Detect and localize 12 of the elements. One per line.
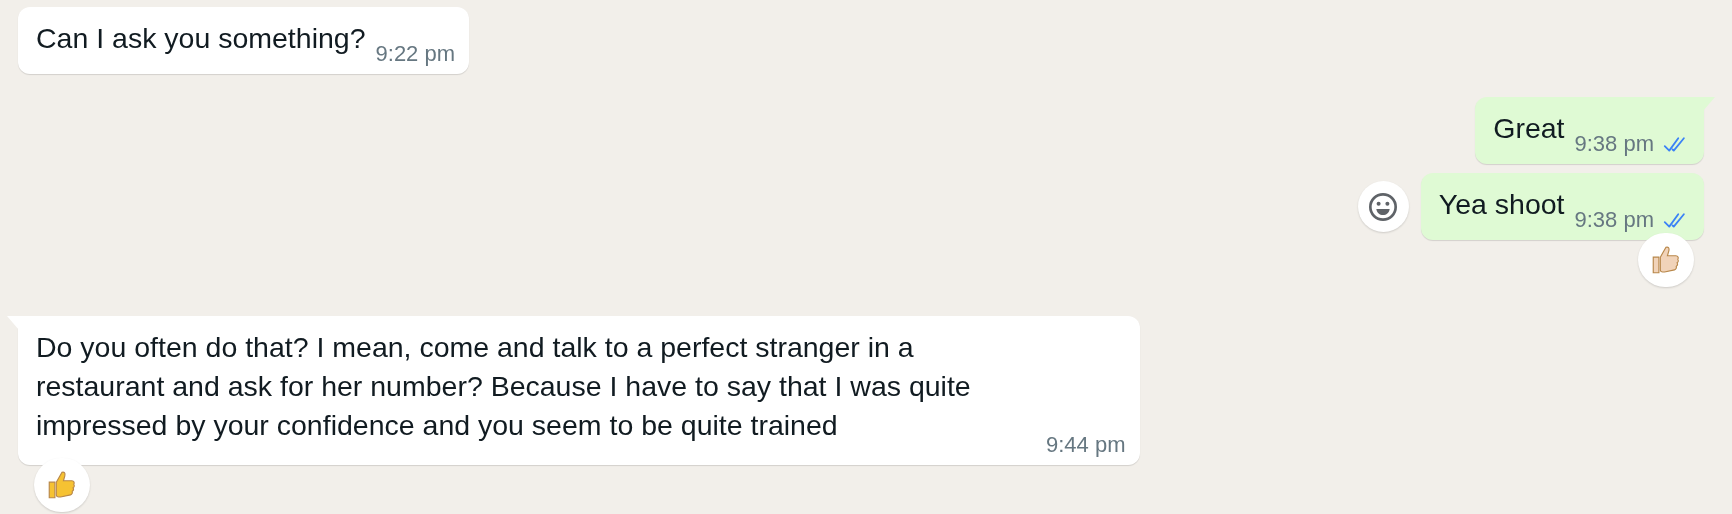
message-text: Yea shoot	[1438, 187, 1565, 222]
message-text: Great	[1493, 111, 1565, 146]
reaction-badge[interactable]	[1638, 233, 1694, 287]
message-text: Can I ask you something?	[36, 21, 366, 56]
message-time: 9:38 pm	[1574, 130, 1654, 158]
message-time: 9:38 pm	[1574, 206, 1654, 234]
message-text: Do you often do that? I mean, come and talk to a perfect stranger in a restaurant and ask for her number? Because I have to say that I was quite impressed by your confidence and you seem to be quite trained	[36, 330, 972, 443]
emoji-reaction-button[interactable]	[1357, 181, 1409, 232]
message-time: 9:44 pm	[1046, 431, 1126, 459]
reaction-badge[interactable]	[34, 458, 90, 512]
message-time: 9:22 pm	[375, 40, 456, 68]
smiley-icon	[1367, 190, 1400, 223]
